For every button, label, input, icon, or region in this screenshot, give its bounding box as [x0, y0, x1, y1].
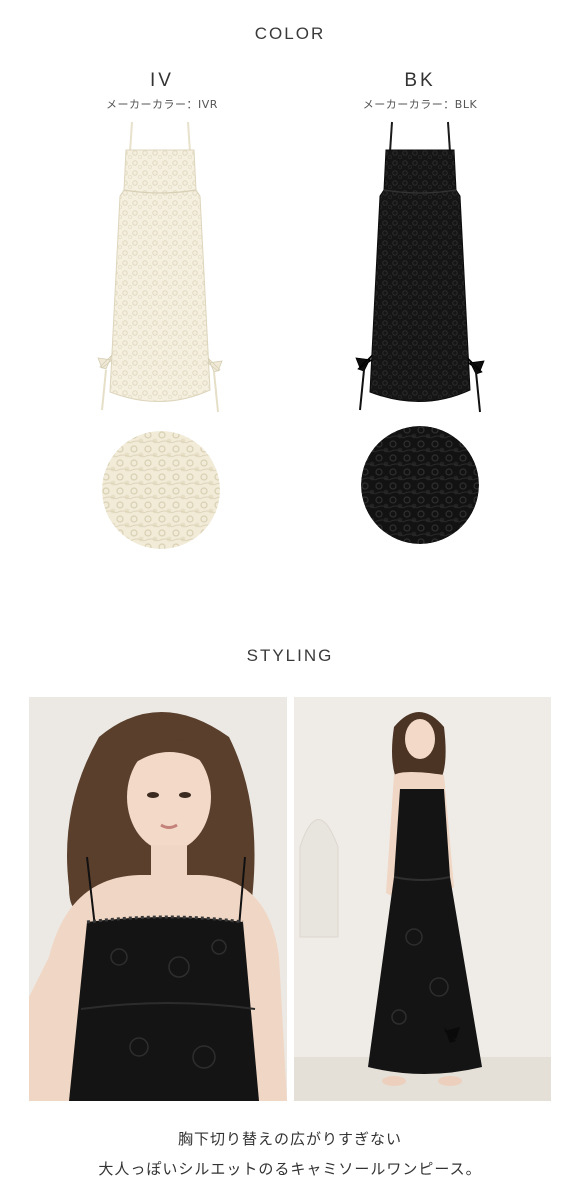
styling-caption-line2: 大人っぽいシルエットのるキャミソールワンピース。 — [98, 1160, 482, 1178]
dress-image-iv[interactable] — [92, 120, 232, 425]
maker-color-bk: メーカーカラー：BLK — [362, 98, 478, 111]
maker-color-iv: メーカーカラー：IVR — [106, 98, 218, 111]
dress-image-bk[interactable] — [352, 120, 492, 425]
color-code-iv: IV — [150, 70, 174, 91]
styling-section-title: STYLING — [246, 646, 334, 665]
color-variant-iv: IV メーカーカラー：IVR — [62, 70, 262, 112]
fabric-swatch-iv[interactable] — [102, 431, 220, 549]
styling-caption-line1: 胸下切り替えの広がりすぎない — [177, 1130, 402, 1148]
fabric-swatch-bk[interactable] — [361, 426, 479, 544]
styling-photo-fulllength[interactable] — [294, 697, 551, 1101]
color-variant-bk: BK メーカーカラー：BLK — [320, 70, 520, 112]
color-code-bk: BK — [404, 70, 436, 91]
styling-photo-closeup[interactable] — [29, 697, 287, 1101]
color-section-title: COLOR — [254, 24, 326, 43]
